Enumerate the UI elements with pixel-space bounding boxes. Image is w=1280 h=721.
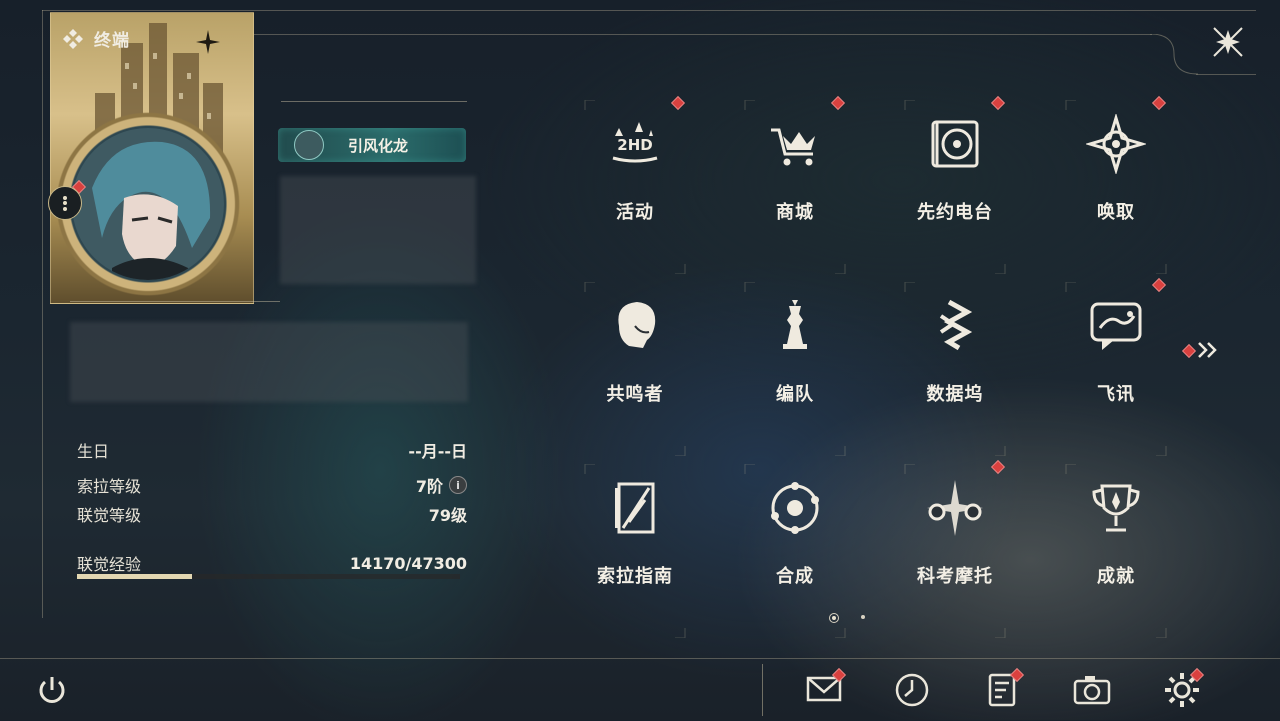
- notification-badge: [1151, 95, 1167, 111]
- close-button[interactable]: [1208, 22, 1248, 62]
- title-badge[interactable]: 引风化龙: [278, 128, 466, 162]
- time-button[interactable]: [890, 670, 934, 710]
- menu-item-shop-crown-cart[interactable]: 商城: [715, 95, 875, 274]
- header: 终端: [62, 26, 130, 51]
- synthesis-circle-icon: [771, 482, 819, 534]
- next-page-button[interactable]: [1180, 338, 1220, 362]
- notification-badge: [990, 95, 1006, 111]
- birthday-label: 生日: [77, 442, 110, 461]
- avatar[interactable]: [72, 128, 224, 280]
- menu-item-label: 先约电台: [917, 202, 993, 223]
- menu-item-resonator-head[interactable]: 共鸣者: [555, 282, 715, 456]
- sola-level-value: 7阶: [415, 477, 443, 496]
- data-bank-icon: [939, 299, 973, 351]
- exp-value: 14170/47300: [349, 553, 467, 573]
- page-title: 终端: [94, 31, 130, 51]
- menu-item-label: 飞讯: [1097, 384, 1135, 405]
- exp-progress-fill: [77, 574, 192, 579]
- menu-item-chess-team[interactable]: 编队: [715, 282, 875, 456]
- close-icon: [1213, 27, 1243, 57]
- card-divider: [70, 301, 280, 302]
- menu-item-trophy[interactable]: 成就: [1036, 464, 1196, 638]
- clock-icon: [895, 673, 929, 707]
- event-2hd-icon: 2HD: [612, 122, 658, 163]
- menu-item-data-bank[interactable]: 数据坞: [875, 282, 1035, 456]
- menu-item-label: 科考摩托: [917, 566, 993, 587]
- camera-button[interactable]: [1070, 670, 1114, 710]
- frame-left-line: [42, 10, 43, 618]
- menu-item-synthesis-circle[interactable]: 合成: [715, 464, 875, 638]
- exp-label: 联觉经验: [77, 555, 142, 574]
- menu-item-guide-book[interactable]: 索拉指南: [555, 464, 715, 638]
- menu-item-label: 数据坞: [926, 384, 984, 405]
- title-badge-avatar: [294, 130, 324, 160]
- title-badge-name: 引风化龙: [348, 136, 409, 155]
- menu-item-label: 编队: [776, 384, 814, 405]
- sola-level-row: 索拉等级 7阶 i: [77, 473, 467, 497]
- power-button[interactable]: [30, 670, 74, 710]
- sola-level-value-group: 7阶 i: [416, 473, 467, 497]
- menu-item-label: 唤取: [1097, 202, 1135, 223]
- svg-text:2HD: 2HD: [617, 136, 652, 154]
- info-icon[interactable]: i: [449, 476, 467, 494]
- sola-level-label: 索拉等级: [77, 477, 142, 496]
- trophy-icon: [1092, 484, 1140, 532]
- exp-progress-bar: [77, 574, 460, 579]
- menu-item-label: 索拉指南: [597, 566, 673, 587]
- frame-header-line: [252, 34, 1152, 35]
- menu-item-message-bubble[interactable]: 飞讯: [1036, 277, 1196, 456]
- convene-star-icon: [1086, 114, 1146, 174]
- guide-book-icon: [615, 482, 655, 534]
- menu-item-convene-star[interactable]: 唤取: [1036, 95, 1196, 274]
- menu-item-label: 合成: [776, 566, 814, 587]
- message-bubble-icon: [1090, 302, 1142, 350]
- menu-item-label: 成就: [1097, 566, 1135, 587]
- frame-top-line: [42, 10, 1256, 11]
- exp-row: 联觉经验 14170/47300: [77, 551, 467, 575]
- terminal-logo-icon: [63, 28, 83, 49]
- notification-badge: [830, 95, 846, 111]
- page-dot-active[interactable]: [829, 613, 839, 623]
- birthday-row: 生日 --月--日: [77, 438, 467, 462]
- resonator-head-icon: [618, 302, 656, 348]
- shop-crown-cart-icon: [771, 128, 815, 166]
- menu-item-event-2hd[interactable]: 2HD 活动: [555, 95, 715, 274]
- page-dot[interactable]: [861, 615, 865, 619]
- motorcycle-icon: [927, 480, 983, 536]
- menu-item-label: 共鸣者: [606, 384, 664, 405]
- camera-icon: [1073, 676, 1111, 705]
- name-top-line: [281, 101, 467, 102]
- next-page-badge: [1181, 343, 1197, 359]
- double-chevron-right-icon: [1198, 342, 1217, 358]
- sparkle-icon: [196, 30, 220, 54]
- menu-item-label: 商城: [776, 202, 814, 223]
- frame-corner-curve: [1150, 34, 1199, 75]
- union-level-label: 联觉等级: [77, 506, 142, 525]
- menu-item-label: 活动: [616, 202, 654, 223]
- mail-button[interactable]: [802, 667, 847, 710]
- settings-button[interactable]: [1160, 667, 1205, 710]
- chess-team-icon: [783, 300, 807, 349]
- profile-options-button[interactable]: [48, 186, 82, 220]
- power-icon: [39, 677, 65, 703]
- notes-button[interactable]: [980, 667, 1025, 710]
- blurred-name: [280, 176, 476, 284]
- bottom-divider: [762, 664, 763, 716]
- radio-record-icon: [931, 120, 979, 168]
- union-level-value: 79级: [428, 506, 467, 525]
- notification-badge: [670, 95, 686, 111]
- more-vertical-icon: [63, 194, 67, 212]
- notification-badge: [990, 459, 1006, 475]
- notification-badge: [1151, 277, 1167, 293]
- menu-item-motorcycle[interactable]: 科考摩托: [875, 459, 1035, 638]
- frame-right-line: [1196, 74, 1256, 75]
- blurred-signature[interactable]: [70, 322, 468, 402]
- union-level-row: 联觉等级 79级: [77, 502, 467, 526]
- menu-item-radio-record[interactable]: 先约电台: [875, 95, 1035, 274]
- birthday-value: --月--日: [408, 442, 467, 461]
